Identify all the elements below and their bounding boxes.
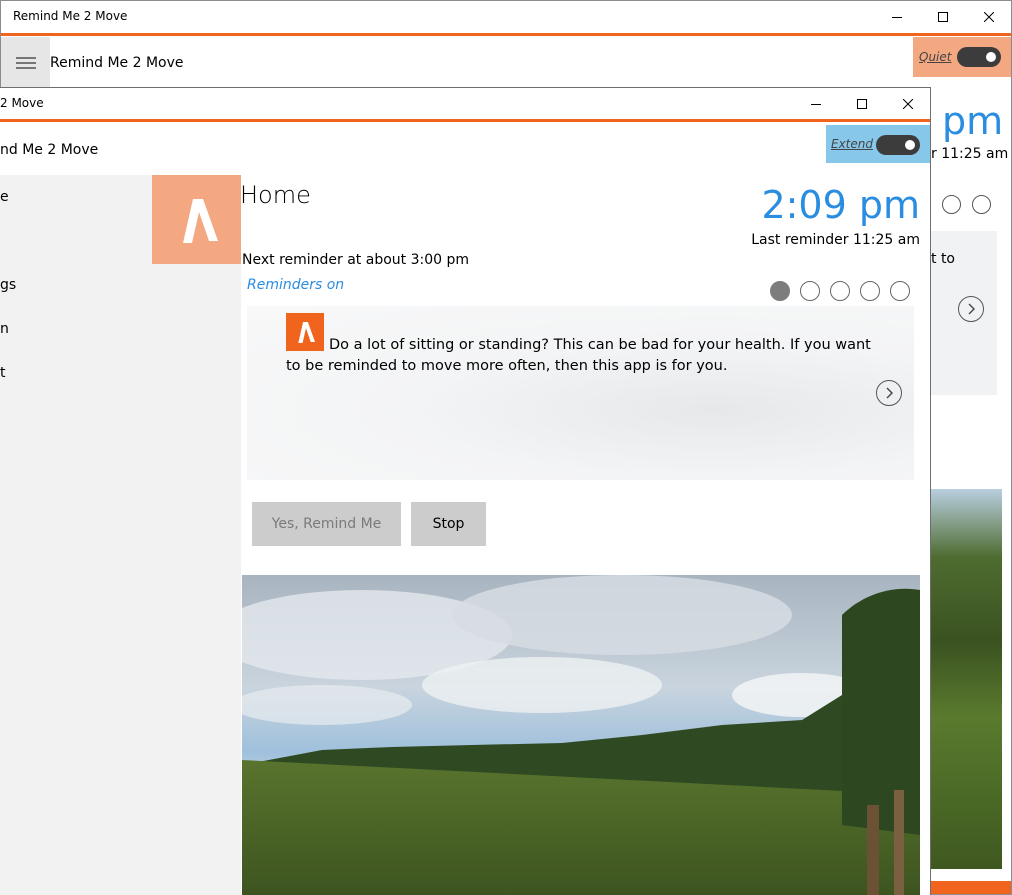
pager-dot[interactable]: [800, 281, 820, 301]
yes-remind-me-button[interactable]: Yes, Remind Me: [252, 502, 401, 546]
last-reminder: Last reminder 11:25 am: [751, 232, 920, 248]
chevron-right-icon: [968, 303, 975, 315]
card-text-fragment: t to: [931, 251, 955, 267]
maximize-button[interactable]: [839, 88, 885, 119]
minimize-icon: [892, 16, 902, 18]
landscape-photo: [931, 489, 1002, 869]
app-logo: [152, 175, 241, 264]
pager-dot[interactable]: [890, 281, 910, 301]
app-title: Remind Me 2 Move: [50, 55, 184, 71]
reminders-status: Reminders on: [247, 277, 345, 293]
titlebar: 2 Move: [0, 88, 930, 119]
extend-toggle[interactable]: [876, 135, 920, 155]
clock-time: pm: [942, 99, 1004, 143]
clock-time: 2:09 pm: [761, 183, 920, 227]
app-title: nd Me 2 Move: [0, 142, 99, 158]
maximize-icon: [938, 11, 948, 22]
stop-button[interactable]: Stop: [411, 502, 486, 546]
landscape-photo-art: [242, 575, 920, 895]
sidebar-item-3[interactable]: n: [0, 321, 9, 337]
next-card-button[interactable]: [876, 380, 902, 406]
titlebar: Remind Me 2 Move: [1, 1, 1011, 32]
card-text: Do a lot of sitting or standing? This ca…: [286, 337, 871, 374]
pager-dot[interactable]: [942, 195, 961, 214]
sidebar-item-home[interactable]: e: [0, 189, 9, 205]
accent-bar: [0, 119, 930, 122]
toggle-knob: [905, 140, 915, 150]
page-title: Home: [240, 181, 311, 209]
toggle-knob: [986, 52, 996, 62]
accent-bar: [931, 881, 1011, 894]
info-card: Do a lot of sitting or standing? This ca…: [247, 306, 914, 480]
extend-label[interactable]: Extend: [831, 137, 873, 151]
accent-bar: [1, 33, 1011, 36]
maximize-button[interactable]: [920, 1, 966, 32]
minimize-button[interactable]: [793, 88, 839, 119]
chevron-right-icon: [886, 387, 893, 399]
foreground-window: 2 Move nd Me 2 Move Extend e gs n t Home: [0, 87, 931, 895]
app-logo-icon: [182, 198, 218, 243]
minimize-icon: [811, 103, 821, 105]
hamburger-button[interactable]: [1, 37, 50, 88]
sidebar-item-settings[interactable]: gs: [0, 277, 16, 293]
last-reminder: r 11:25 am: [931, 146, 1009, 162]
hamburger-icon: [15, 56, 36, 69]
pager-dot[interactable]: [972, 195, 991, 214]
landscape-photo: [242, 575, 920, 895]
pager-dot[interactable]: [860, 281, 880, 301]
pager-dot-active[interactable]: [770, 281, 790, 301]
close-button[interactable]: [966, 1, 1011, 32]
next-card-button[interactable]: [958, 296, 984, 322]
next-reminder: Next reminder at about 3:00 pm: [242, 252, 470, 268]
main-content: Home 2:09 pm Last reminder 11:25 am Next…: [240, 175, 930, 895]
close-icon: [984, 11, 994, 22]
window-title: 2 Move: [0, 96, 44, 110]
pager-dot[interactable]: [830, 281, 850, 301]
quiet-toggle[interactable]: [957, 47, 1001, 67]
window-title: Remind Me 2 Move: [13, 9, 128, 23]
quiet-panel: Quiet: [913, 37, 1011, 77]
sidebar: e gs n t: [0, 175, 241, 895]
close-button[interactable]: [885, 88, 930, 119]
maximize-icon: [857, 98, 867, 109]
sidebar-item-4[interactable]: t: [0, 365, 6, 381]
minimize-button[interactable]: [874, 1, 920, 32]
close-icon: [903, 98, 913, 109]
quiet-label[interactable]: Quiet: [919, 50, 951, 64]
extend-panel: Extend: [826, 125, 930, 163]
